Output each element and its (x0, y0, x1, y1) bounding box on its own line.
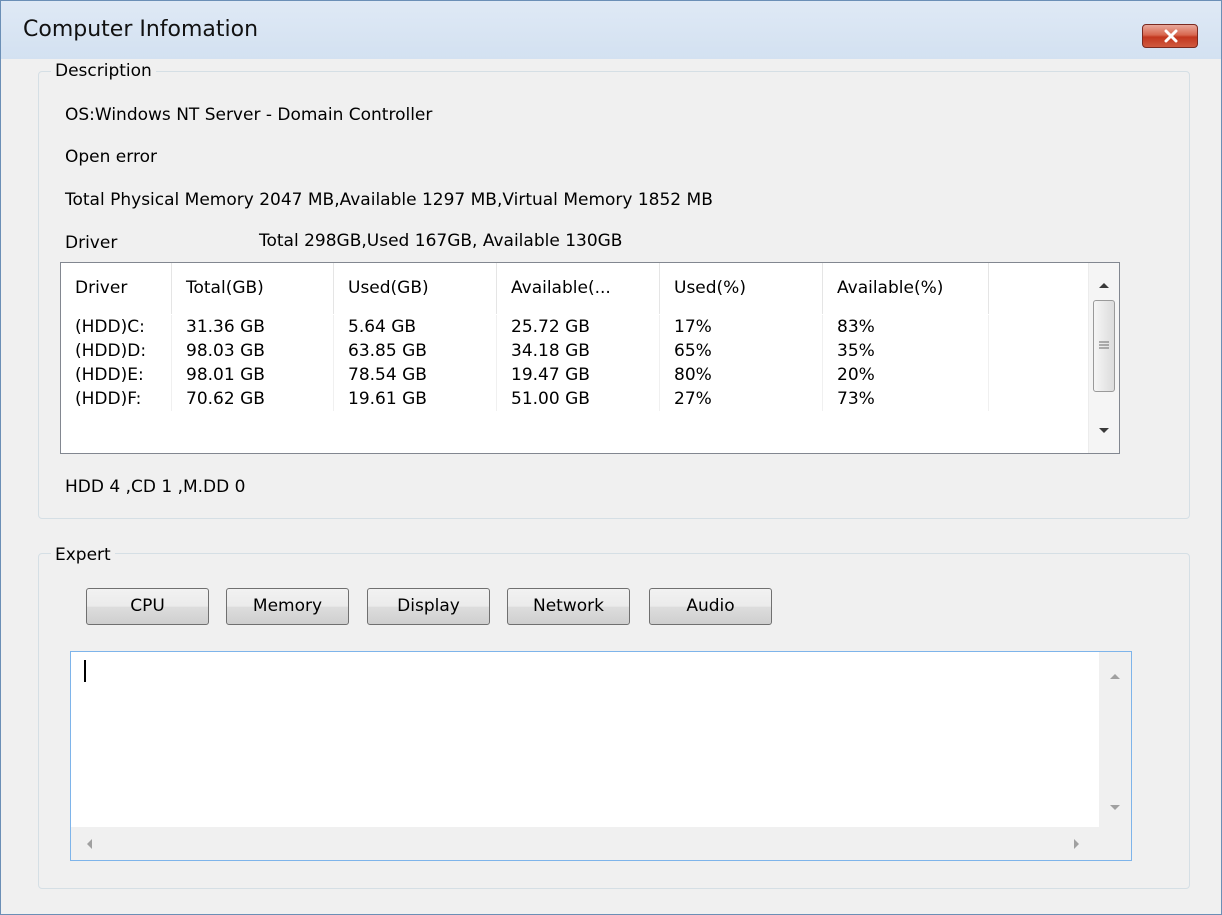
expert-legend: Expert (51, 545, 115, 565)
drive-table[interactable]: Driver Total(GB) Used(GB) Available(... … (60, 262, 1120, 454)
driver-label: Driver (65, 233, 118, 253)
scroll-down-arrow-icon[interactable] (1109, 804, 1121, 812)
column-header-total[interactable]: Total(GB) (172, 263, 334, 314)
cell-used-percent: 65% (660, 339, 823, 363)
display-button[interactable]: Display (367, 588, 490, 625)
expert-output-textarea[interactable] (70, 651, 1132, 861)
close-icon (1164, 29, 1178, 43)
cell-available: 34.18 GB (497, 339, 660, 363)
device-counts: HDD 4 ,CD 1 ,M.DD 0 (65, 477, 246, 497)
table-row[interactable]: (HDD)F: 70.62 GB 19.61 GB 51.00 GB 27% 7… (61, 387, 1089, 411)
cell-total: 31.36 GB (172, 315, 334, 339)
cell-driver: (HDD)F: (61, 387, 172, 411)
table-row[interactable]: (HDD)E: 98.01 GB 78.54 GB 19.47 GB 80% 2… (61, 363, 1089, 387)
cell-driver: (HDD)D: (61, 339, 172, 363)
os-info: OS:Windows NT Server - Domain Controller (65, 105, 433, 125)
close-button[interactable] (1142, 24, 1198, 48)
cell-used-percent: 17% (660, 315, 823, 339)
scroll-thumb[interactable] (1093, 300, 1115, 392)
cell-available-percent: 20% (823, 363, 989, 387)
column-header-available[interactable]: Available(... (497, 263, 660, 314)
cell-available-percent: 35% (823, 339, 989, 363)
driver-summary: Total 298GB,Used 167GB, Available 130GB (259, 231, 623, 251)
column-header-used[interactable]: Used(GB) (334, 263, 497, 314)
table-vertical-scrollbar[interactable] (1088, 263, 1119, 453)
computer-info-window: Computer Infomation Description OS:Windo… (0, 0, 1222, 915)
column-header-blank (989, 263, 1089, 314)
cell-used: 63.85 GB (334, 339, 497, 363)
title-bar[interactable]: Computer Infomation (1, 1, 1221, 59)
scroll-up-arrow-icon[interactable] (1098, 281, 1110, 289)
audio-button[interactable]: Audio (649, 588, 772, 625)
window-title: Computer Infomation (23, 17, 259, 42)
cell-available-percent: 83% (823, 315, 989, 339)
cell-available: 19.47 GB (497, 363, 660, 387)
cell-total: 98.03 GB (172, 339, 334, 363)
network-button[interactable]: Network (507, 588, 630, 625)
text-caret (84, 660, 86, 682)
scroll-up-arrow-icon[interactable] (1109, 672, 1121, 680)
textarea-horizontal-scrollbar[interactable] (71, 827, 1099, 860)
table-row[interactable]: (HDD)C: 31.36 GB 5.64 GB 25.72 GB 17% 83… (61, 315, 1089, 339)
scroll-down-arrow-icon[interactable] (1098, 427, 1110, 435)
cell-used: 19.61 GB (334, 387, 497, 411)
grip-icon (1099, 341, 1109, 349)
column-header-driver[interactable]: Driver (61, 263, 172, 314)
cell-used-percent: 80% (660, 363, 823, 387)
status-text: Open error (65, 147, 157, 167)
cell-available-percent: 73% (823, 387, 989, 411)
textarea-vertical-scrollbar[interactable] (1099, 652, 1131, 827)
scrollbar-corner (1099, 827, 1131, 860)
cell-used-percent: 27% (660, 387, 823, 411)
cell-available: 25.72 GB (497, 315, 660, 339)
cell-available: 51.00 GB (497, 387, 660, 411)
cell-used: 78.54 GB (334, 363, 497, 387)
column-header-available-percent[interactable]: Available(%) (823, 263, 989, 314)
cell-used: 5.64 GB (334, 315, 497, 339)
memory-info: Total Physical Memory 2047 MB,Available … (65, 190, 713, 210)
cell-total: 70.62 GB (172, 387, 334, 411)
scroll-right-arrow-icon[interactable] (1073, 838, 1081, 850)
column-header-used-percent[interactable]: Used(%) (660, 263, 823, 314)
scroll-left-arrow-icon[interactable] (85, 838, 93, 850)
memory-button[interactable]: Memory (226, 588, 349, 625)
table-header: Driver Total(GB) Used(GB) Available(... … (61, 263, 1089, 314)
table-row[interactable]: (HDD)D: 98.03 GB 63.85 GB 34.18 GB 65% 3… (61, 339, 1089, 363)
cell-driver: (HDD)E: (61, 363, 172, 387)
cpu-button[interactable]: CPU (86, 588, 209, 625)
cell-driver: (HDD)C: (61, 315, 172, 339)
cell-total: 98.01 GB (172, 363, 334, 387)
description-legend: Description (51, 61, 156, 81)
